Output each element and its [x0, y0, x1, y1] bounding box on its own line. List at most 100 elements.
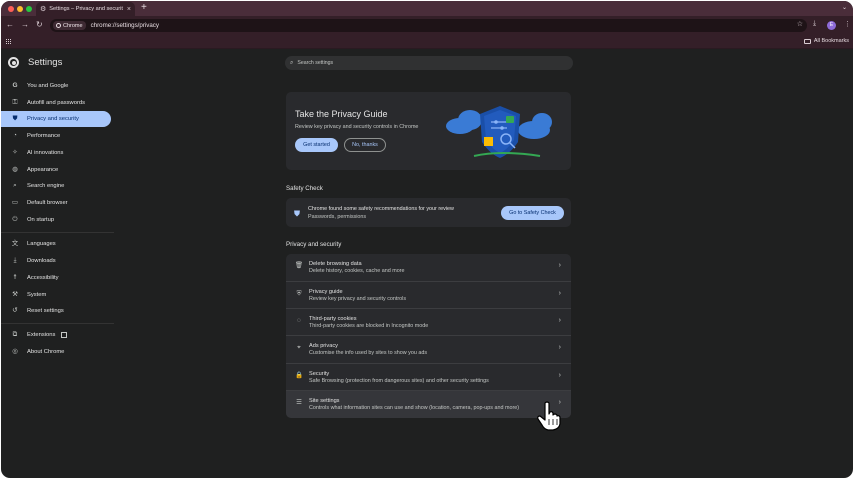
- minimize-window-button[interactable]: [17, 6, 23, 12]
- sidebar-item-label: Extensions: [27, 332, 56, 338]
- avatar[interactable]: E: [827, 21, 836, 30]
- row-privacy-guide[interactable]: ⛨ Privacy guide Review key privacy and s…: [286, 281, 571, 308]
- row-third-party-cookies[interactable]: ◌ Third-party cookies Third-party cookie…: [286, 308, 571, 335]
- search-placeholder: Search settings: [297, 60, 334, 66]
- row-title: Site settings: [309, 398, 340, 404]
- chevron-right-icon: ›: [558, 344, 561, 351]
- power-icon: ⏻: [12, 215, 18, 223]
- sidebar-item-about-chrome[interactable]: ◎ About Chrome: [1, 344, 111, 360]
- sidebar-item-on-startup[interactable]: ⏻ On startup: [1, 212, 111, 228]
- row-delete-browsing-data[interactable]: 🗑 Delete browsing data Delete history, c…: [286, 254, 571, 281]
- privacy-guide-icon: ⛨: [296, 290, 302, 297]
- key-icon: ⚿: [12, 98, 18, 106]
- privacy-guide-illustration: [446, 106, 552, 158]
- lock-icon: 🔒: [294, 372, 304, 379]
- gear-icon: ⚙: [40, 5, 47, 13]
- shield-icon: ⛊: [12, 114, 18, 122]
- go-to-safety-check-button[interactable]: Go to Safety Check: [501, 206, 564, 220]
- close-window-button[interactable]: [8, 6, 14, 12]
- trash-icon: 🗑: [294, 262, 304, 269]
- row-subtitle: Controls what information sites can use …: [309, 405, 520, 411]
- bookmark-star-icon[interactable]: ☆: [797, 20, 803, 28]
- chevron-right-icon: ›: [558, 290, 561, 297]
- sidebar-divider: [1, 323, 114, 324]
- close-tab-icon[interactable]: ×: [127, 6, 131, 13]
- row-security[interactable]: 🔒 Security Safe Browsing (protection fro…: [286, 363, 571, 390]
- chrome-logo-icon: [8, 57, 19, 68]
- settings-header: Settings: [8, 57, 62, 68]
- new-tab-button[interactable]: +: [141, 3, 147, 13]
- all-bookmarks-button[interactable]: All Bookmarks: [803, 38, 849, 44]
- back-button[interactable]: ←: [6, 20, 14, 30]
- privacy-section-heading: Privacy and security: [286, 241, 342, 248]
- maximize-window-button[interactable]: [26, 6, 32, 12]
- forward-button[interactable]: →: [21, 20, 29, 30]
- sidebar-item-label: Languages: [27, 241, 56, 247]
- search-icon: ⌕: [290, 59, 294, 66]
- sidebar-item-label: Search engine: [27, 183, 65, 189]
- sidebar-item-reset-settings[interactable]: ↺ Reset settings: [1, 303, 111, 319]
- address-bar[interactable]: Chrome chrome://settings/privacy ☆: [50, 19, 807, 32]
- sidebar-item-default-browser[interactable]: ▭ Default browser: [1, 195, 111, 211]
- page-title: Settings: [28, 57, 63, 68]
- search-input[interactable]: ⌕ Search settings: [285, 56, 573, 70]
- tab-title: Settings – Privacy and securit: [49, 6, 123, 12]
- get-started-button[interactable]: Get started: [295, 138, 338, 152]
- google-icon: G: [12, 81, 18, 89]
- safety-check-message: Chrome found some safety recommendations…: [308, 206, 454, 212]
- sidebar-item-autofill[interactable]: ⚿ Autofill and passwords: [1, 95, 111, 111]
- row-subtitle: Third-party cookies are blocked in Incog…: [309, 323, 429, 329]
- sidebar-item-accessibility[interactable]: ☨ Accessibility: [1, 270, 111, 286]
- sidebar-item-label: Accessibility: [27, 275, 59, 281]
- tab-settings[interactable]: ⚙ Settings – Privacy and securit ×: [36, 2, 135, 16]
- open-in-new-icon: [61, 332, 68, 338]
- sidebar-item-performance[interactable]: ◔ Performance: [1, 128, 111, 144]
- sidebar-item-downloads[interactable]: ⤓ Downloads: [1, 253, 111, 269]
- row-ads-privacy[interactable]: ⌖ Ads privacy Customise the info used by…: [286, 335, 571, 362]
- row-title: Ads privacy: [309, 343, 338, 349]
- site-chip[interactable]: Chrome: [53, 21, 86, 30]
- reload-button[interactable]: ↻: [36, 20, 43, 30]
- sidebar-item-appearance[interactable]: ◍ Appearance: [1, 162, 111, 178]
- privacy-guide-subtitle: Review key privacy and security controls…: [295, 124, 419, 130]
- puzzle-icon: ⧉: [12, 330, 18, 338]
- sidebar-item-search-engine[interactable]: ⌕ Search engine: [1, 178, 111, 194]
- sliders-icon: ☰: [296, 399, 302, 406]
- sidebar-item-system[interactable]: ⚒ System: [1, 287, 111, 303]
- translate-icon: 文: [11, 239, 19, 247]
- sidebar-item-label: Performance: [27, 133, 61, 139]
- row-site-settings[interactable]: ☰ Site settings Controls what informatio…: [286, 390, 571, 418]
- search-icon: ⌕: [13, 181, 17, 189]
- sidebar-item-privacy[interactable]: ⛊ Privacy and security: [1, 111, 111, 127]
- site-chip-label: Chrome: [63, 22, 83, 29]
- browser-icon: ▭: [11, 198, 19, 206]
- tab-search-icon[interactable]: ⌄: [842, 4, 847, 11]
- sidebar-item-extensions[interactable]: ⧉ Extensions: [1, 327, 111, 343]
- row-subtitle: Review key privacy and security controls: [309, 296, 407, 302]
- row-subtitle: Customise the info used by sites to show…: [309, 350, 428, 356]
- toolbar: ← → ↻ Chrome chrome://settings/privacy ☆…: [1, 16, 853, 35]
- hand-cursor-icon: [537, 401, 561, 431]
- apps-grid-icon[interactable]: [6, 39, 12, 45]
- safety-check-detail: Passwords, permissions: [308, 214, 367, 220]
- folder-icon: [803, 38, 811, 44]
- wrench-icon: ⚒: [12, 290, 18, 298]
- chevron-right-icon: ›: [558, 372, 561, 379]
- chevron-right-icon: ›: [558, 262, 561, 269]
- reset-icon: ↺: [12, 306, 18, 314]
- sidebar-item-ai-innovations[interactable]: ✧ AI innovations: [1, 145, 111, 161]
- more-menu-icon[interactable]: ⋮: [844, 20, 851, 28]
- settings-sidebar: Settings G You and Google ⚿ Autofill and…: [1, 49, 114, 478]
- sidebar-item-label: Downloads: [27, 258, 56, 264]
- sidebar-divider: [1, 232, 114, 233]
- chrome-icon: [56, 23, 61, 28]
- privacy-guide-card: Take the Privacy Guide Review key privac…: [286, 92, 571, 170]
- download-icon[interactable]: ⤓: [813, 20, 816, 28]
- sidebar-item-label: Autofill and passwords: [27, 100, 86, 106]
- sidebar-item-label: Privacy and security: [27, 116, 79, 122]
- sidebar-item-languages[interactable]: 文 Languages: [1, 236, 111, 252]
- no-thanks-button[interactable]: No, thanks: [344, 138, 386, 152]
- sidebar-item-you-and-google[interactable]: G You and Google: [1, 78, 111, 94]
- row-title: Third-party cookies: [309, 316, 357, 322]
- chrome-icon: ◎: [12, 347, 18, 355]
